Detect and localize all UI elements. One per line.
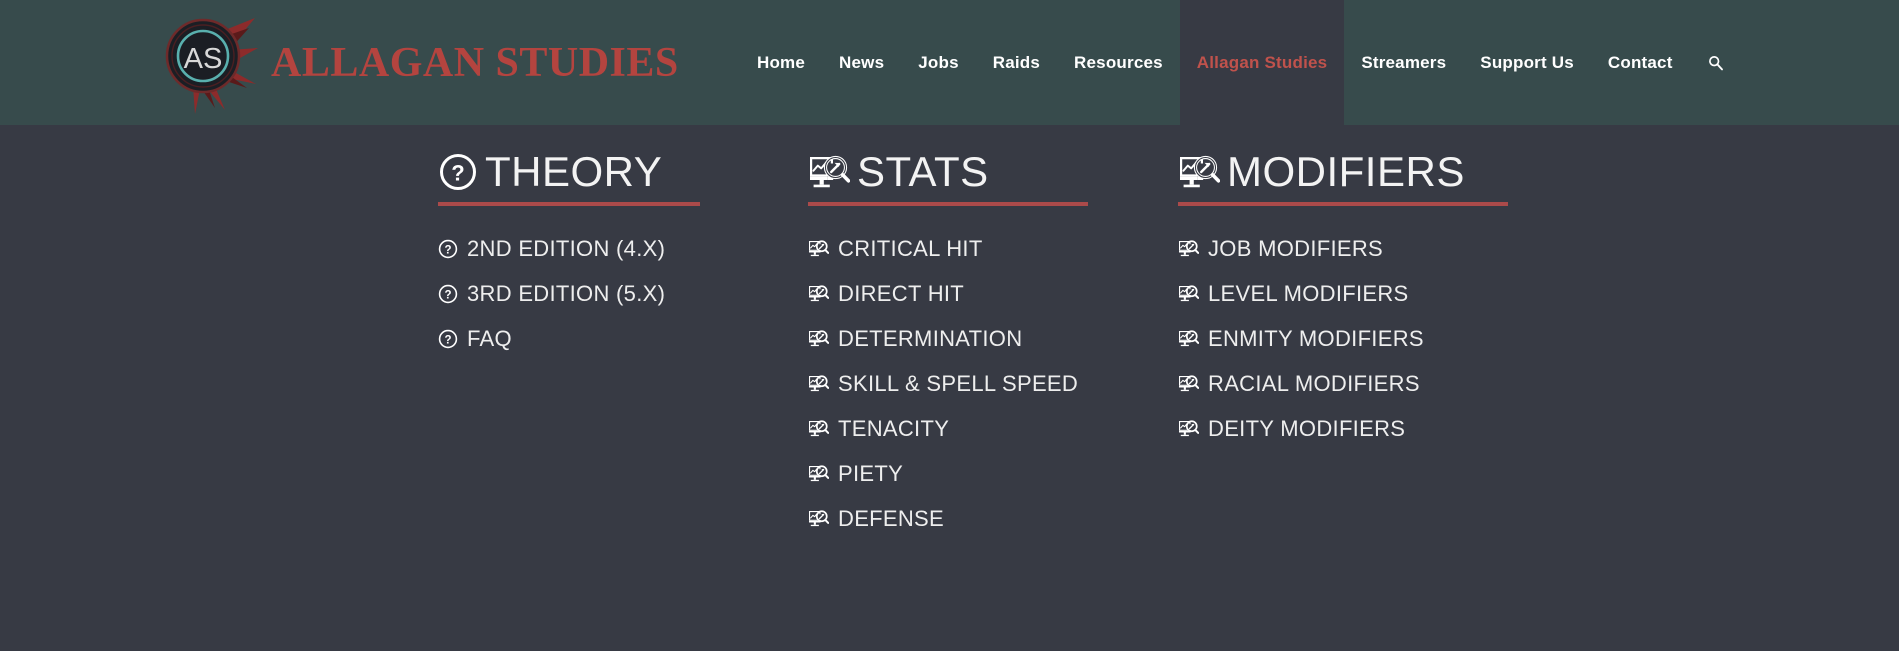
mega-link-racial-modifiers[interactable]: RACIAL MODIFIERS — [1178, 361, 1578, 406]
mega-link-label: TENACITY — [838, 415, 950, 441]
nav-item-jobs[interactable]: Jobs — [901, 0, 975, 125]
monitor-chart-search-icon — [1178, 284, 1199, 303]
mega-link-label: JOB MODIFIERS — [1208, 235, 1384, 261]
nav-item-contact[interactable]: Contact — [1591, 0, 1690, 125]
mega-link-job-modifiers[interactable]: JOB MODIFIERS — [1178, 226, 1578, 271]
mega-link-tenacity[interactable]: TENACITY — [808, 406, 1148, 451]
svg-text:?: ? — [451, 161, 464, 186]
mega-link-label: CRITICAL HIT — [838, 235, 983, 261]
nav-item-news[interactable]: News — [822, 0, 901, 125]
mega-link-enmity-modifiers[interactable]: ENMITY MODIFIERS — [1178, 316, 1578, 361]
allagan-studies-mega-menu: ? THEORY ? 2ND EDITION (4.X) ? 3RD EDITI… — [0, 125, 1899, 541]
nav-item-home[interactable]: Home — [740, 0, 822, 125]
nav-item-raids[interactable]: Raids — [976, 0, 1057, 125]
mega-column-title: THEORY — [485, 148, 663, 195]
site-header: AS ALLAGAN STUDIES Home News Jobs Raids … — [0, 0, 1899, 125]
mega-list-theory: ? 2ND EDITION (4.X) ? 3RD EDITION (5.X) — [438, 226, 768, 361]
monitor-chart-search-icon — [808, 153, 850, 191]
mega-link-label: 3RD EDITION (5.X) — [467, 280, 666, 306]
allagan-studies-emblem-icon: AS — [163, 10, 259, 115]
mega-column-heading-modifiers[interactable]: MODIFIERS — [1178, 151, 1508, 206]
mega-column-title: STATS — [857, 148, 989, 195]
mega-link-direct-hit[interactable]: DIRECT HIT — [808, 271, 1148, 316]
mega-link-label: DETERMINATION — [838, 325, 1023, 351]
search-icon[interactable] — [1690, 0, 1742, 125]
monitor-chart-search-icon — [1178, 153, 1220, 191]
mega-link-2nd-edition[interactable]: ? 2ND EDITION (4.X) — [438, 226, 768, 271]
nav-item-allagan-studies[interactable]: Allagan Studies — [1179, 0, 1345, 125]
monitor-chart-search-icon — [808, 239, 829, 258]
svg-text:?: ? — [444, 244, 451, 256]
mega-link-determination[interactable]: DETERMINATION — [808, 316, 1148, 361]
mega-column-stats: STATS CRITICAL HIT DIRECT HIT DETERMINAT… — [808, 151, 1148, 541]
logo-initials: AS — [184, 43, 223, 75]
mega-link-label: PIETY — [838, 460, 904, 486]
monitor-chart-search-icon — [1178, 419, 1199, 438]
mega-link-piety[interactable]: PIETY — [808, 451, 1148, 496]
mega-link-label: ENMITY MODIFIERS — [1208, 325, 1424, 351]
mega-list-modifiers: JOB MODIFIERS LEVEL MODIFIERS ENMITY MOD… — [1178, 226, 1578, 451]
nav-item-resources[interactable]: Resources — [1057, 0, 1180, 125]
monitor-chart-search-icon — [808, 374, 829, 393]
mega-link-deity-modifiers[interactable]: DEITY MODIFIERS — [1178, 406, 1578, 451]
monitor-chart-search-icon — [1178, 239, 1199, 258]
nav-item-support-us[interactable]: Support Us — [1463, 0, 1591, 125]
mega-column-theory: ? THEORY ? 2ND EDITION (4.X) ? 3RD EDITI… — [438, 151, 768, 541]
mega-link-label: DEFENSE — [838, 505, 945, 531]
mega-link-level-modifiers[interactable]: LEVEL MODIFIERS — [1178, 271, 1578, 316]
main-navigation: Home News Jobs Raids Resources Allagan S… — [740, 0, 1742, 125]
mega-link-label: LEVEL MODIFIERS — [1208, 280, 1409, 306]
mega-link-3rd-edition[interactable]: ? 3RD EDITION (5.X) — [438, 271, 768, 316]
mega-link-faq[interactable]: ? FAQ — [438, 316, 768, 361]
monitor-chart-search-icon — [808, 284, 829, 303]
monitor-chart-search-icon — [1178, 374, 1199, 393]
brand-logo-link[interactable]: AS ALLAGAN STUDIES — [163, 0, 679, 125]
monitor-chart-search-icon — [808, 509, 829, 528]
question-circle-icon: ? — [438, 152, 478, 192]
mega-link-label: SKILL & SPELL SPEED — [838, 370, 1079, 396]
nav-item-streamers[interactable]: Streamers — [1344, 0, 1463, 125]
monitor-chart-search-icon — [808, 329, 829, 348]
mega-link-label: 2ND EDITION (4.X) — [467, 235, 666, 261]
mega-link-label: DIRECT HIT — [838, 280, 965, 306]
mega-list-stats: CRITICAL HIT DIRECT HIT DETERMINATION SK… — [808, 226, 1148, 541]
mega-column-heading-stats[interactable]: STATS — [808, 151, 1088, 206]
mega-column-heading-theory[interactable]: ? THEORY — [438, 151, 700, 206]
svg-text:?: ? — [444, 289, 451, 301]
mega-link-skill-spell-speed[interactable]: SKILL & SPELL SPEED — [808, 361, 1148, 406]
svg-text:?: ? — [444, 334, 451, 346]
brand-title: ALLAGAN STUDIES — [271, 39, 679, 86]
mega-column-title: MODIFIERS — [1227, 148, 1465, 195]
question-circle-icon: ? — [438, 329, 458, 349]
mega-link-critical-hit[interactable]: CRITICAL HIT — [808, 226, 1148, 271]
mega-link-label: DEITY MODIFIERS — [1208, 415, 1406, 441]
question-circle-icon: ? — [438, 239, 458, 259]
mega-link-defense[interactable]: DEFENSE — [808, 496, 1148, 541]
mega-column-modifiers: MODIFIERS JOB MODIFIERS LEVEL MODIFIERS … — [1178, 151, 1578, 541]
monitor-chart-search-icon — [808, 419, 829, 438]
monitor-chart-search-icon — [808, 464, 829, 483]
question-circle-icon: ? — [438, 284, 458, 304]
mega-link-label: RACIAL MODIFIERS — [1208, 370, 1420, 396]
monitor-chart-search-icon — [1178, 329, 1199, 348]
mega-link-label: FAQ — [467, 325, 512, 351]
